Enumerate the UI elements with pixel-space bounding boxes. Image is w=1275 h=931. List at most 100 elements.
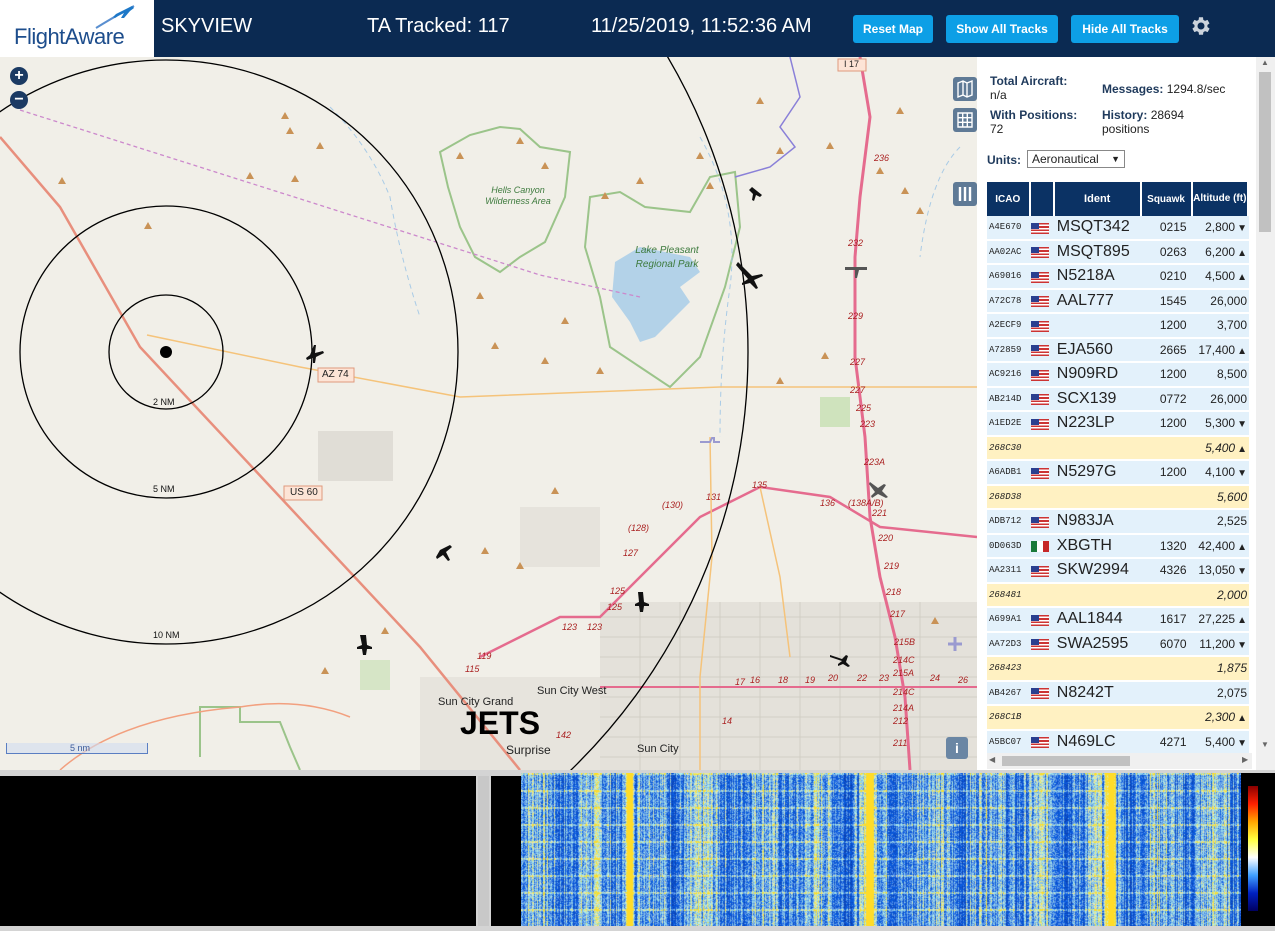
flightaware-logo[interactable]: FlightAware — [0, 0, 154, 57]
table-row[interactable]: 268C1B 2,300 ▲ — [987, 706, 1249, 731]
total-aircraft-stat: Total Aircraft: n/a — [990, 74, 1067, 102]
climbing-arrow-icon: ▲ — [1237, 272, 1247, 284]
exit-label: 22 — [857, 673, 868, 683]
table-row[interactable]: A72859 EJA560 2665 17,400 ▲ — [987, 338, 1249, 363]
altitude-cell: 4,500 ▲ — [1192, 265, 1249, 290]
columns-toggle-icon[interactable] — [953, 182, 977, 206]
zoom-in-button[interactable]: + — [10, 67, 28, 85]
table-row[interactable]: 268481 2,000 — [987, 583, 1249, 608]
top-bar: FlightAware SKYVIEW TA Tracked: 117 11/2… — [0, 0, 1275, 57]
icao-cell: 268C1B — [987, 706, 1031, 731]
table-row[interactable]: 0D063D XBGTH 1320 42,400 ▲ — [987, 534, 1249, 559]
squawk-cell: 0772 — [1141, 387, 1193, 412]
table-row[interactable]: A5BC07 N469LC 4271 5,400 ▼ — [987, 730, 1249, 754]
flag-cell — [1030, 436, 1055, 461]
info-button[interactable]: i — [946, 737, 968, 759]
table-row[interactable]: AC9216 N909RD 1200 8,500 — [987, 363, 1249, 388]
squawk-cell: 1200 — [1141, 363, 1193, 388]
table-row[interactable]: AA72D3 SWA2595 6070 11,200 ▼ — [987, 632, 1249, 657]
exit-label: 17 — [735, 677, 746, 687]
with-positions-stat: With Positions: 72 — [990, 108, 1077, 136]
ident-cell: N5218A — [1054, 265, 1142, 290]
total-aircraft-label: Total Aircraft: — [990, 74, 1068, 88]
ident-cell: SKW2994 — [1054, 559, 1142, 584]
scroll-right-icon[interactable]: ▶ — [1242, 755, 1248, 764]
table-row[interactable]: AB4267 N8242T 2,075 — [987, 681, 1249, 706]
map-view[interactable]: AZ 74 US 60 I 17 Hells Canyon Wilderness… — [0, 57, 977, 770]
gear-icon[interactable] — [1188, 14, 1212, 38]
ident-cell — [1054, 314, 1142, 339]
grid-toggle-icon[interactable] — [953, 108, 977, 132]
exit-label: 227 — [850, 357, 866, 367]
altitude-cell: 42,400 ▲ — [1192, 534, 1249, 559]
exit-label: (128) — [628, 523, 650, 533]
table-row[interactable]: A1ED2E N223LP 1200 5,300 ▼ — [987, 412, 1249, 437]
table-row[interactable]: A2ECF9 1200 3,700 — [987, 314, 1249, 339]
table-row[interactable]: 268D38 5,600 — [987, 485, 1249, 510]
table-row[interactable]: AA2311 SKW2994 4326 13,050 ▼ — [987, 559, 1249, 584]
table-row[interactable]: A69016 N5218A 0210 4,500 ▲ — [987, 265, 1249, 290]
exit-label: 119 — [477, 651, 492, 661]
sidebar-vertical-scroll-thumb[interactable] — [1259, 72, 1271, 232]
exit-label: 135 — [752, 480, 768, 490]
column-header-squawk[interactable]: Squawk — [1141, 182, 1193, 216]
table-row[interactable]: A6ADB1 N5297G 1200 4,100 ▼ — [987, 461, 1249, 486]
column-header-altitude[interactable]: Altitude (ft) — [1192, 182, 1249, 216]
squawk-cell — [1141, 485, 1193, 510]
column-header-flag[interactable] — [1030, 182, 1055, 216]
zoom-out-button[interactable]: − — [10, 91, 28, 109]
exit-label: 218 — [886, 587, 902, 597]
table-row[interactable]: ADB712 N983JA 2,525 — [987, 510, 1249, 535]
altitude-value: 13,050 — [1198, 563, 1236, 578]
us-flag-icon — [1030, 467, 1049, 479]
altitude-cell: 5,400 ▲ — [1192, 436, 1249, 461]
map-canvas[interactable] — [0, 57, 977, 770]
icao-cell: AA72D3 — [987, 632, 1031, 657]
us-flag-icon — [1030, 565, 1049, 577]
altitude-cell: 4,100 ▼ — [1192, 461, 1249, 486]
table-row[interactable]: A699A1 AAL1844 1617 27,225 ▲ — [987, 608, 1249, 633]
flag-cell — [1030, 583, 1055, 608]
table-row[interactable]: AA02AC MSQT895 0263 6,200 ▲ — [987, 240, 1249, 265]
icao-cell: AB4267 — [987, 681, 1031, 706]
table-horizontal-scroll-thumb[interactable] — [1002, 756, 1130, 766]
table-row[interactable]: AB214D SCX139 0772 26,000 — [987, 387, 1249, 412]
table-row[interactable]: A72C78 AAL777 1545 26,000 — [987, 289, 1249, 314]
climbing-arrow-icon: ▲ — [1237, 443, 1247, 455]
scroll-down-icon[interactable]: ▼ — [1261, 740, 1269, 749]
park-label-lake-pleasant: Lake Pleasant Regional Park — [635, 245, 699, 270]
with-positions-value: 72 — [990, 122, 1004, 136]
units-select[interactable]: Aeronautical ▼ — [1027, 150, 1125, 168]
map-layers-icon[interactable] — [953, 77, 977, 101]
app-name: SKYVIEW — [161, 15, 253, 37]
flag-cell — [1030, 534, 1055, 559]
column-header-ident[interactable]: Ident — [1054, 182, 1142, 216]
scroll-left-icon[interactable]: ◀ — [989, 755, 995, 764]
altitude-cell: 1,875 — [1192, 657, 1249, 682]
altitude-cell: 2,800 ▼ — [1192, 216, 1249, 241]
ring-label-2nm: 2 NM — [153, 397, 175, 407]
show-all-tracks-button[interactable]: Show All Tracks — [946, 15, 1058, 43]
us-flag-icon — [1030, 394, 1049, 406]
flag-cell — [1030, 289, 1055, 314]
icao-cell: A5BC07 — [987, 730, 1031, 754]
table-row[interactable]: A4E670 MSQT342 0215 2,800 ▼ — [987, 216, 1249, 241]
exit-label: 214C — [893, 687, 915, 697]
squawk-cell: 0263 — [1141, 240, 1193, 265]
pane-divider[interactable] — [478, 776, 489, 926]
ident-cell: SWA2595 — [1054, 632, 1142, 657]
exit-label: 232 — [848, 238, 864, 248]
table-row[interactable]: 268423 1,875 — [987, 657, 1249, 682]
flag-cell — [1030, 510, 1055, 535]
squawk-cell: 1320 — [1141, 534, 1193, 559]
hide-all-tracks-button[interactable]: Hide All Tracks — [1071, 15, 1179, 43]
squawk-cell: 1200 — [1141, 314, 1193, 339]
flag-cell — [1030, 706, 1055, 731]
exit-label: 16 — [750, 675, 761, 685]
reset-map-button[interactable]: Reset Map — [853, 15, 933, 43]
altitude-cell: 26,000 — [1192, 289, 1249, 314]
altitude-cell: 6,200 ▲ — [1192, 240, 1249, 265]
scroll-up-icon[interactable]: ▲ — [1261, 58, 1269, 67]
column-header-icao[interactable]: ICAO — [987, 182, 1031, 216]
table-row[interactable]: 268C30 5,400 ▲ — [987, 436, 1249, 461]
